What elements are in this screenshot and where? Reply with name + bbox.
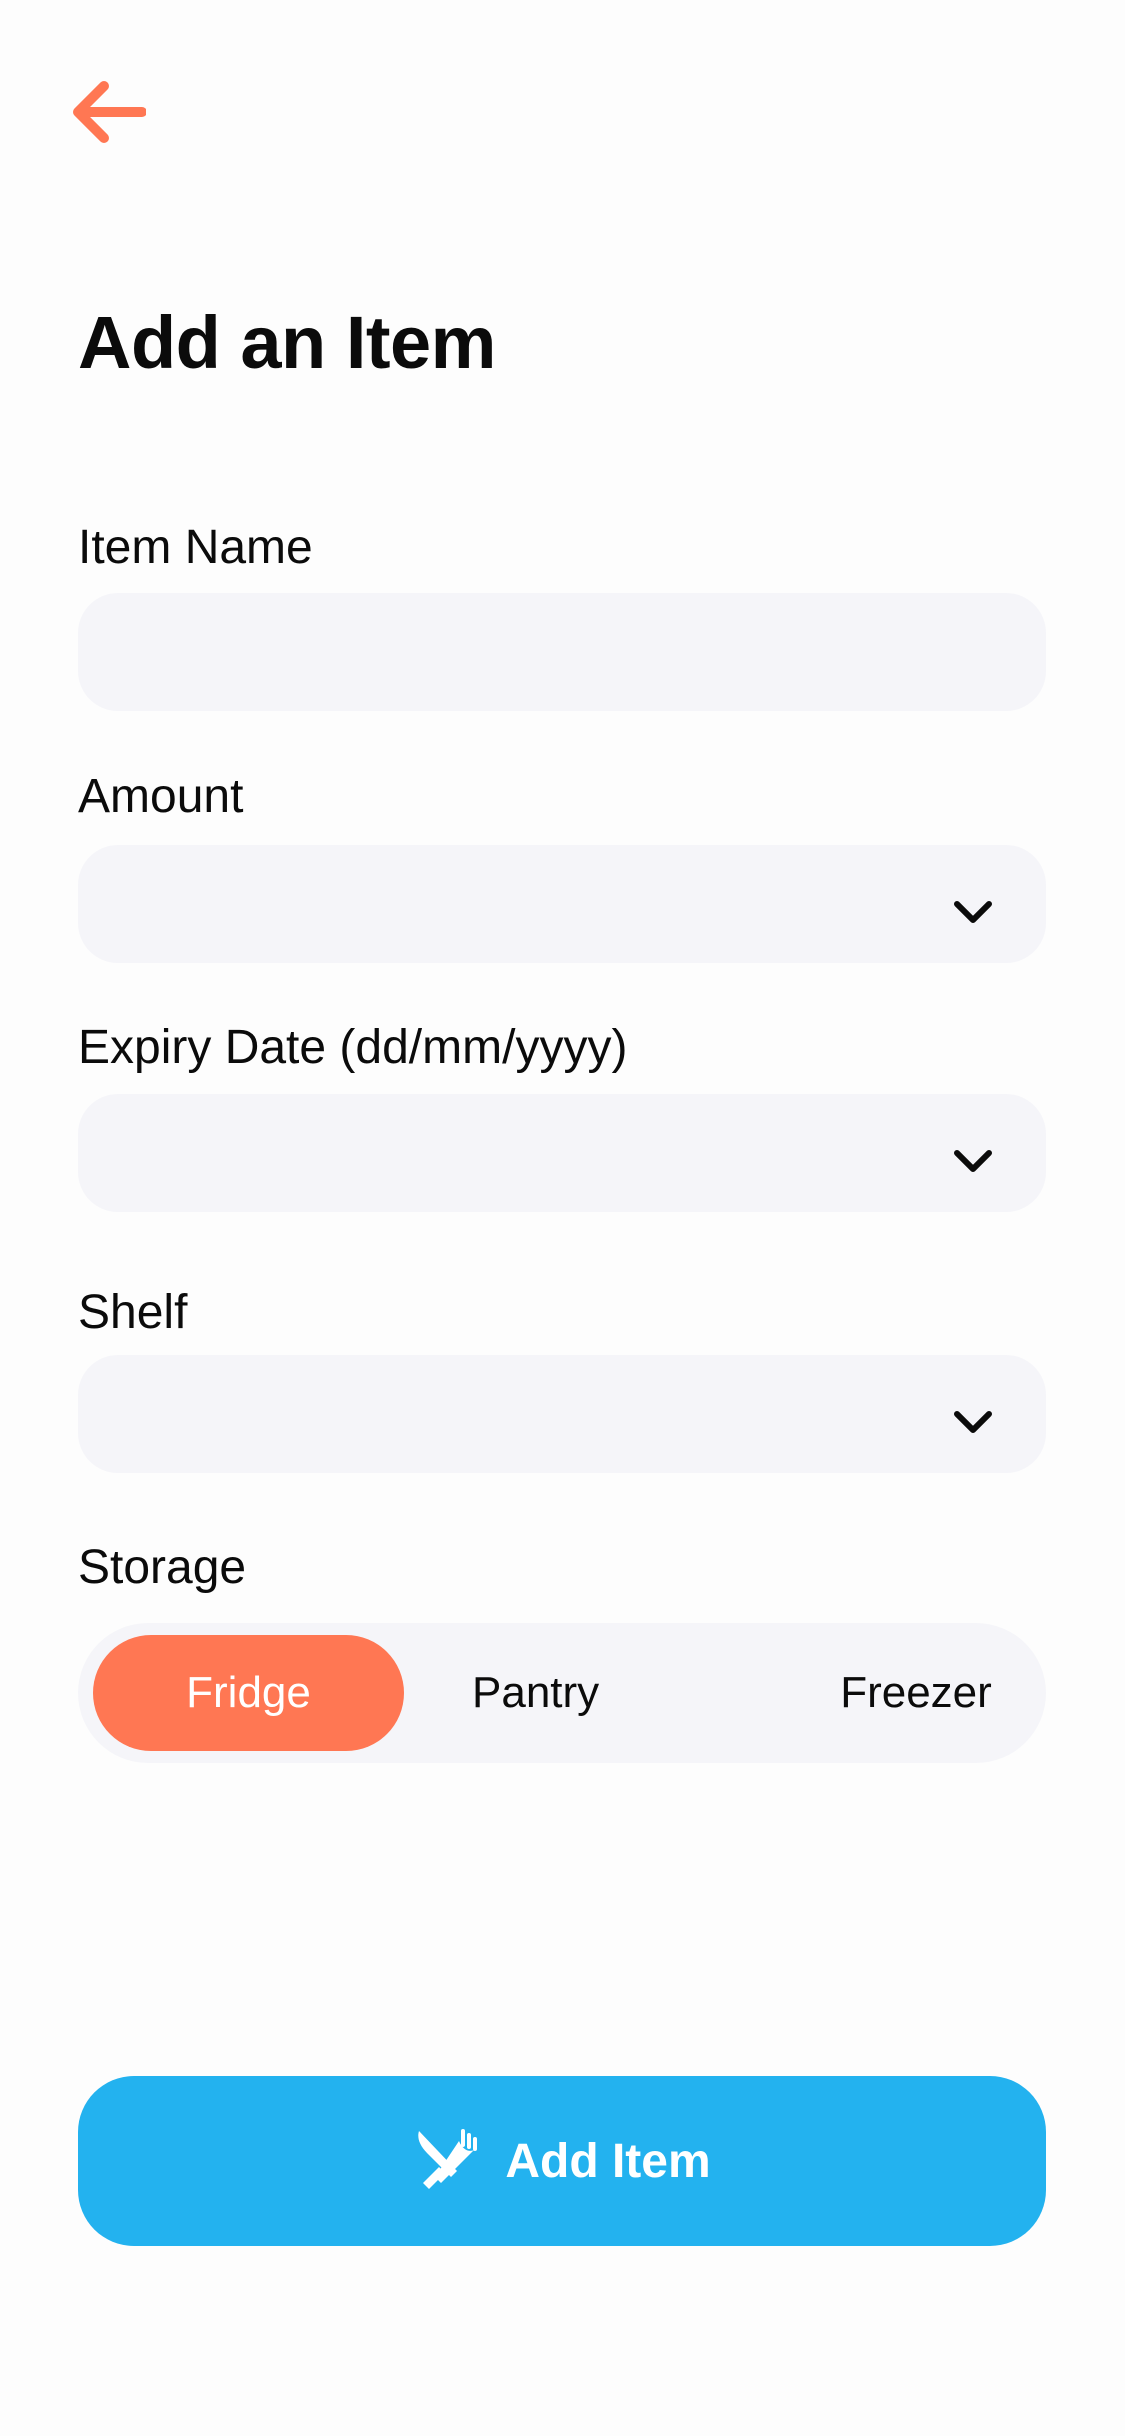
amount-label: Amount	[78, 770, 244, 823]
add-item-button[interactable]: Add Item	[78, 2076, 1046, 2246]
shelf-label: Shelf	[78, 1286, 188, 1339]
storage-label: Storage	[78, 1541, 247, 1594]
expiry-date-label: Expiry Date (dd/mm/yyyy)	[78, 1021, 628, 1074]
storage-option-freezer[interactable]: Freezer	[811, 1635, 1021, 1751]
chevron-down-icon	[952, 1399, 994, 1433]
back-button[interactable]	[70, 78, 154, 150]
amount-select[interactable]	[78, 845, 1046, 963]
storage-option-fridge[interactable]: Fridge	[93, 1635, 404, 1751]
expiry-date-select[interactable]	[78, 1094, 1046, 1212]
storage-segmented-control: Fridge Pantry Freezer	[78, 1623, 1046, 1763]
item-name-label: Item Name	[78, 521, 313, 574]
arrow-left-icon	[70, 80, 147, 149]
storage-option-pantry[interactable]: Pantry	[472, 1635, 792, 1751]
chevron-down-icon	[952, 889, 994, 923]
page-title: Add an Item	[78, 301, 496, 384]
knife-fork-icon	[413, 2127, 478, 2196]
chevron-down-icon	[952, 1138, 994, 1172]
shelf-select[interactable]	[78, 1355, 1046, 1473]
add-item-screen: Add an Item Item Name Amount Expiry Date…	[0, 0, 1125, 2436]
item-name-input[interactable]	[78, 593, 1046, 711]
add-item-button-label: Add Item	[505, 2134, 711, 2188]
